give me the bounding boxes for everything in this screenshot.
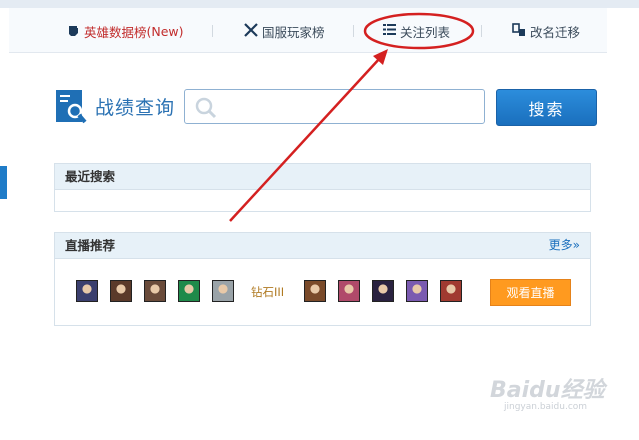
nav-separator (353, 25, 354, 37)
nav-separator (481, 25, 482, 37)
streamer-avatar[interactable] (406, 280, 428, 302)
streamer-avatar[interactable] (178, 280, 200, 302)
rename-icon (512, 22, 526, 40)
nav-follow-label: 关注列表 (400, 24, 451, 40)
streamer-avatar[interactable] (212, 280, 234, 302)
recent-search-title: 最近搜索 (55, 164, 590, 190)
nav-national-label: 国服玩家榜 (262, 24, 325, 40)
record-search-icon (55, 89, 89, 129)
streamer-avatar[interactable] (338, 280, 360, 302)
streamer-avatar[interactable] (440, 280, 462, 302)
search-input[interactable] (221, 96, 480, 118)
top-nav: 英雄数据榜 (New) 国服玩家榜 关注列表 改名迁移 (9, 8, 607, 53)
fist-icon (67, 23, 80, 40)
search-button[interactable]: 搜索 (496, 89, 597, 126)
search-title: 战绩查询 (95, 97, 176, 119)
streamer-avatar[interactable] (76, 280, 98, 302)
top-strip (0, 0, 639, 8)
live-header: 直播推荐 更多» (55, 233, 590, 259)
baidu-watermark: Baidu经验 jingyan.baidu.com (490, 372, 605, 412)
more-link[interactable]: 更多» (549, 233, 580, 258)
live-title: 直播推荐 (65, 238, 116, 253)
nav-hero-label: 英雄数据榜 (84, 24, 147, 40)
search-icon (195, 97, 217, 123)
recent-search-panel: 最近搜索 (54, 163, 591, 212)
nav-rename-label: 改名迁移 (530, 24, 581, 40)
watch-live-button[interactable]: 观看直播 (490, 279, 571, 306)
list-icon (383, 23, 396, 39)
nav-hero-data[interactable]: 英雄数据榜 (New) (67, 21, 184, 41)
nav-national-players[interactable]: 国服玩家榜 (244, 21, 325, 41)
nav-rename-migrate[interactable]: 改名迁移 (512, 21, 580, 41)
crossed-swords-icon (244, 22, 258, 40)
watermark-brand: Baidu经验 (490, 378, 605, 403)
live-recommend-panel: 直播推荐 更多» 钻石III 观看直播 (54, 232, 591, 326)
rank-label: 钻石III (251, 285, 285, 299)
left-rail-accent (0, 166, 7, 199)
nav-follow-list[interactable]: 关注列表 (383, 21, 450, 41)
streamer-avatar[interactable] (304, 280, 326, 302)
nav-hero-new-badge: (New) (146, 23, 184, 39)
streamer-avatar[interactable] (372, 280, 394, 302)
streamer-avatar[interactable] (144, 280, 166, 302)
nav-separator (212, 25, 213, 37)
search-box[interactable] (184, 89, 485, 124)
streamer-avatar[interactable] (110, 280, 132, 302)
